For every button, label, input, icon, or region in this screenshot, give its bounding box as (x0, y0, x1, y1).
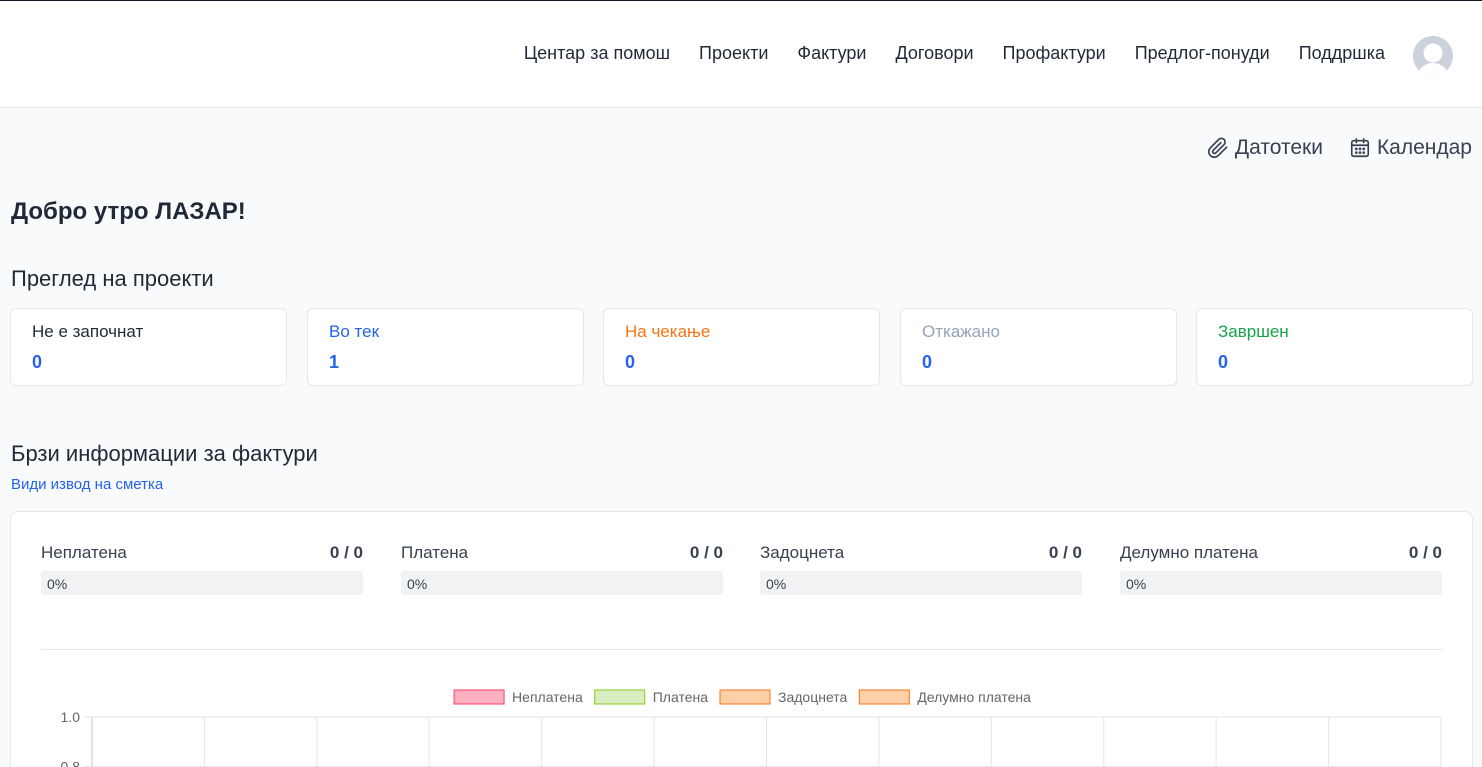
nav-estimates[interactable]: Предлог-понуди (1135, 43, 1270, 64)
stat-value: 0 (922, 352, 933, 372)
user-avatar-icon (1413, 36, 1453, 76)
legend-label: Делумно платена (917, 689, 1031, 705)
legend-swatch (453, 689, 505, 705)
stat-value: 1 (329, 352, 340, 372)
files-link[interactable]: Датотеки (1207, 136, 1323, 160)
main-nav: Центар за помош Проекти Фактури Договори… (524, 43, 1385, 64)
stat-value: 0 (625, 352, 636, 372)
stat-value: 0 (1218, 352, 1229, 372)
view-statement-link[interactable]: Види извод на сметка (11, 476, 163, 493)
calendar-link[interactable]: Календар (1349, 136, 1472, 160)
nav-projects[interactable]: Проекти (699, 43, 768, 64)
stat-label: Откажано (922, 322, 1000, 341)
paperclip-icon (1207, 137, 1228, 159)
legend-label: Платена (653, 689, 708, 705)
stat-label: Завршен (1218, 322, 1289, 341)
project-stat-in-progress[interactable]: Во тек 1 (307, 308, 584, 386)
stat-label: Не е започнат (32, 322, 144, 341)
nav-invoices[interactable]: Фактури (797, 43, 866, 64)
stat-label: На чекање (625, 322, 711, 341)
y-tick-label: 1.0 (61, 709, 81, 725)
top-navbar: Центар за помош Проекти Фактури Договори… (0, 0, 1482, 108)
legend-swatch (858, 689, 910, 705)
stat-value: 0 (32, 352, 43, 372)
calendar-link-label: Календар (1376, 136, 1472, 159)
avatar[interactable] (1413, 36, 1453, 76)
greeting-heading: Добро утро ЛАЗАР! (11, 198, 246, 225)
legend-label: Неплатена (512, 689, 583, 705)
project-stat-on-hold[interactable]: На чекање 0 (603, 308, 880, 386)
invoices-overview-title: Брзи информации за фактури (11, 441, 318, 466)
calendar-icon (1350, 138, 1370, 158)
legend-label: Задоцнета (778, 689, 848, 705)
quick-links: Датотеки Календар (1207, 136, 1472, 160)
projects-overview-title: Преглед на проекти (11, 266, 214, 291)
invoice-panel: Неплатена 0 / 0 0% Платена 0 / 0 0% Задо… (10, 511, 1473, 767)
stat-label: Во тек (329, 322, 380, 341)
project-stat-finished[interactable]: Завршен 0 (1196, 308, 1473, 386)
project-stat-not-started[interactable]: Не е започнат 0 (10, 308, 287, 386)
legend-swatch (719, 689, 771, 705)
y-tick-label: 0.8 (61, 758, 81, 767)
files-link-label: Датотеки (1234, 136, 1323, 159)
nav-contracts[interactable]: Договори (896, 43, 974, 64)
invoice-chart: Неплатена Платена Задоцнета Делумно платена… (61, 689, 1442, 767)
project-stat-cancelled[interactable]: Откажано 0 (900, 308, 1177, 386)
nav-help-center[interactable]: Центар за помош (524, 43, 670, 64)
nav-proforma[interactable]: Профактури (1003, 43, 1106, 64)
nav-support[interactable]: Поддршка (1299, 43, 1385, 64)
legend-swatch (594, 689, 646, 705)
